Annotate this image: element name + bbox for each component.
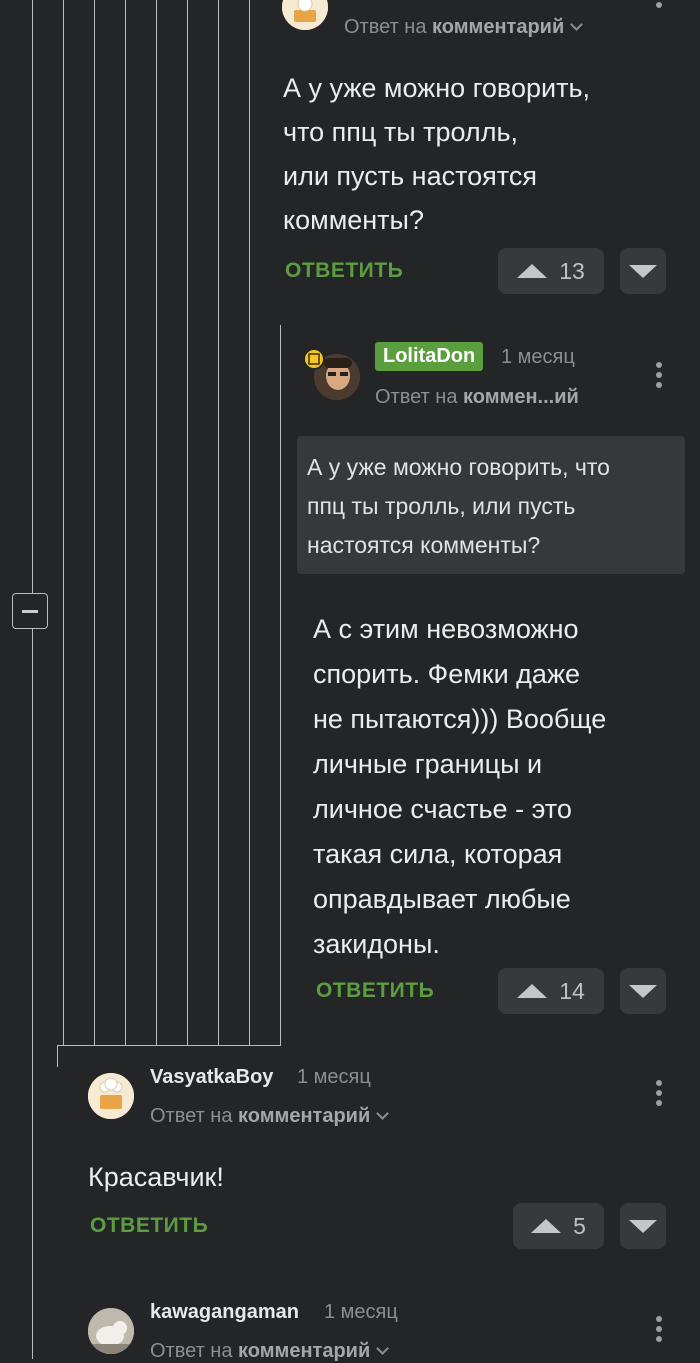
downvote-button[interactable] bbox=[620, 968, 666, 1014]
collapse-minus-icon bbox=[22, 609, 38, 613]
username[interactable]: kawagangaman bbox=[150, 1301, 299, 1324]
reply-button[interactable]: ОТВЕТИТЬ bbox=[316, 979, 434, 1003]
timestamp: 1 месяц bbox=[501, 346, 575, 368]
downvote-button[interactable] bbox=[620, 248, 666, 294]
thread-line bbox=[249, 0, 250, 1045]
downvote-button[interactable] bbox=[620, 1203, 666, 1249]
avatar[interactable] bbox=[88, 1308, 134, 1354]
thread-line bbox=[32, 0, 33, 593]
thread-line bbox=[57, 1045, 64, 1046]
chevron-down-icon bbox=[376, 1107, 390, 1120]
reply-button[interactable]: ОТВЕТИТЬ bbox=[90, 1214, 208, 1238]
chevron-down-icon bbox=[570, 18, 584, 31]
thread-line bbox=[125, 0, 126, 1045]
quoted-comment: А у уже можно говорить, что ппц ты тролл… bbox=[297, 436, 685, 574]
thread-line bbox=[218, 0, 219, 1045]
upvote-button[interactable]: 5 bbox=[513, 1203, 604, 1249]
badge-icon bbox=[303, 348, 325, 370]
collapse-thread-button[interactable] bbox=[12, 593, 48, 629]
vote-count: 13 bbox=[559, 257, 585, 284]
upvote-button[interactable]: 13 bbox=[498, 248, 604, 294]
arrow-down-icon bbox=[629, 1219, 657, 1233]
arrow-down-icon bbox=[629, 984, 657, 998]
thread-line bbox=[94, 0, 95, 1045]
username[interactable]: LolitaDon bbox=[375, 342, 484, 371]
thread-line bbox=[156, 0, 157, 1045]
reply-to-link[interactable]: Ответ на коммен...ий bbox=[375, 386, 579, 409]
arrow-up-icon bbox=[517, 264, 548, 278]
username[interactable]: VasyatkaBoy bbox=[150, 1066, 273, 1089]
upvote-button[interactable]: 14 bbox=[498, 968, 604, 1014]
thread-line bbox=[57, 1045, 58, 1067]
timestamp: 1 месяц bbox=[324, 1301, 398, 1323]
comment-text: А с этим невозможно спорить. Фемки даже … bbox=[313, 614, 607, 959]
vote-count: 14 bbox=[559, 977, 585, 1004]
more-vertical-icon[interactable] bbox=[654, 1080, 664, 1110]
arrow-up-icon bbox=[517, 984, 548, 998]
more-vertical-icon[interactable] bbox=[654, 1316, 664, 1346]
vote-count: 5 bbox=[573, 1212, 586, 1239]
thread-line bbox=[280, 325, 281, 1045]
arrow-up-icon bbox=[531, 1219, 562, 1233]
reply-button[interactable]: ОТВЕТИТЬ bbox=[285, 259, 403, 283]
arrow-down-icon bbox=[629, 264, 657, 278]
avatar[interactable] bbox=[282, 0, 328, 30]
comment-text: Красавчик! bbox=[88, 1162, 224, 1192]
comment-text: А у уже можно говорить, что ппц ты тролл… bbox=[283, 73, 591, 235]
thread-line bbox=[63, 1045, 281, 1046]
more-vertical-icon[interactable] bbox=[654, 0, 664, 22]
thread-line bbox=[63, 0, 64, 1045]
thread-line bbox=[187, 0, 188, 1045]
more-vertical-icon[interactable] bbox=[654, 362, 664, 392]
chevron-down-icon bbox=[376, 1342, 390, 1355]
reply-to-link[interactable]: Ответ на комментарий bbox=[150, 1105, 390, 1128]
reply-to-link[interactable]: Ответ на комментарий bbox=[344, 16, 584, 39]
avatar[interactable] bbox=[88, 1073, 134, 1119]
reply-to-link[interactable]: Ответ на комментарий bbox=[150, 1340, 390, 1363]
thread-line bbox=[32, 629, 33, 1359]
timestamp: 1 месяц bbox=[297, 1066, 371, 1088]
